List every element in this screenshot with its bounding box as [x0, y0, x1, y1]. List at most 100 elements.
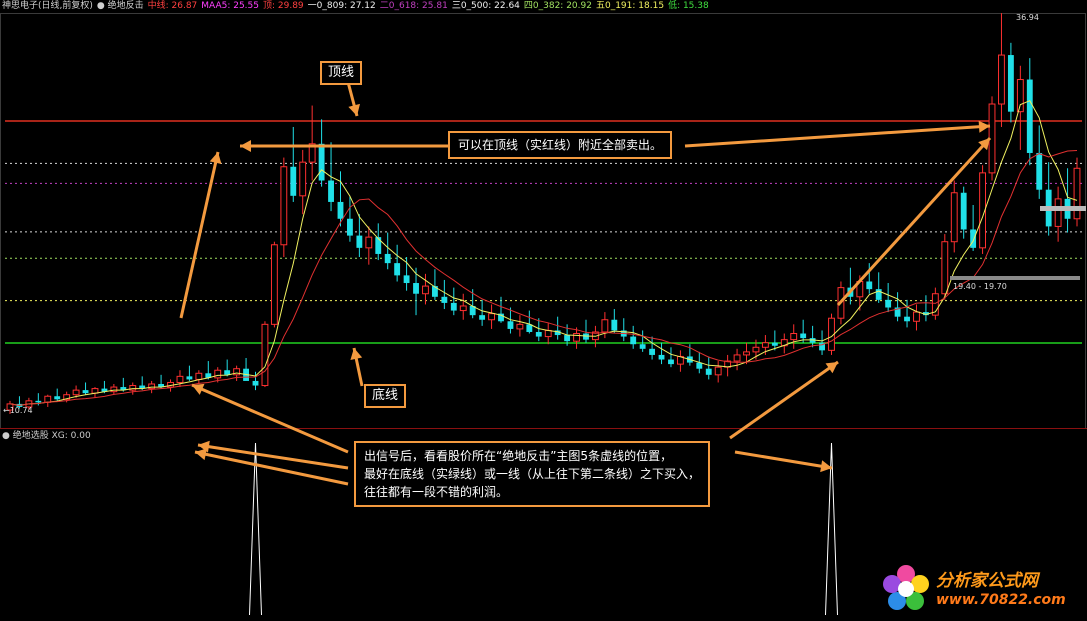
bottom-line-label: 底线: [364, 384, 407, 408]
candle-body-105: [998, 54, 1005, 105]
candle-body-22: [214, 369, 222, 379]
subpanel-title: ● 绝地选股: [2, 431, 49, 441]
logo-url: www.70822.com: [936, 592, 1066, 608]
arrow-sell-right-head: [978, 120, 990, 133]
candle-body-31: [299, 161, 307, 197]
candle-body-107: [1016, 79, 1024, 113]
candle-body-81: [771, 342, 778, 346]
low-price-value: 10.74: [9, 406, 33, 415]
candle-body-29: [280, 166, 288, 246]
header-item-1: ● 绝地反击: [96, 1, 144, 11]
arrow-buy-1: [191, 383, 349, 454]
arrow-top-label-head: [348, 103, 360, 116]
header-item-8: 四0_382: 20.92: [523, 1, 592, 11]
candle-body-51: [488, 313, 495, 321]
candle-body-59: [564, 335, 571, 342]
chart-stage: 神思电子(日线,前复权) ● 绝地反击 中线: 26.87 MAA5: 25.55 顶:…: [0, 0, 1087, 621]
range-label: 19.40 - 19.70: [953, 282, 1007, 291]
candle-body-44: [422, 285, 429, 295]
header-item-6: 二0_618: 25.81: [379, 1, 448, 11]
candle-body-73: [696, 362, 703, 369]
candle-body-84: [800, 333, 807, 339]
candle-body-27: [261, 323, 269, 387]
candle-body-64: [611, 319, 618, 331]
main-panel-frame: [0, 13, 1086, 429]
candle-body-19: [186, 376, 193, 380]
candle-body-111: [1054, 198, 1062, 227]
candle-body-39: [375, 237, 382, 254]
arrow-buy-5: [734, 450, 833, 470]
logo-name: 分析家公式网: [936, 571, 1038, 591]
header-item-3: MAA5: 25.55: [201, 1, 259, 11]
header-item-10: 低: 15.38: [668, 1, 709, 11]
arrow-sell-right: [684, 124, 991, 148]
candle-body-96: [913, 311, 920, 322]
header-item-7: 三0_500: 22.64: [451, 1, 520, 11]
candle-body-95: [904, 316, 910, 322]
candle-body-7: [72, 389, 80, 396]
candle-body-34: [328, 180, 334, 202]
arrow-bottom-label-head: [350, 348, 363, 361]
candle-body-80: [761, 342, 769, 348]
candle-body-61: [583, 333, 589, 340]
candle-body-77: [733, 354, 741, 362]
buy-note-line-3: 往往都有一段不错的利润。: [364, 485, 509, 499]
signal-spike-0: [249, 442, 263, 616]
subpanel-value: XG: 0.00: [51, 431, 91, 441]
buy-note-line-2: 最好在底线（实绿线）或一线（从上往下第二条线）之下买入，: [364, 467, 701, 481]
candle-body-93: [885, 299, 892, 308]
candle-body-37: [356, 235, 363, 248]
candle-body-35: [337, 201, 344, 219]
candle-body-46: [441, 296, 448, 303]
header-item-4: 顶: 29.89: [263, 1, 304, 11]
candle-body-40: [384, 253, 391, 264]
candle-body-102: [970, 229, 977, 248]
candle-body-91: [866, 281, 873, 290]
candle-body-99: [941, 241, 949, 295]
site-logo: 分析家公式网 www.70822.com: [880, 560, 1085, 620]
candle-body-83: [790, 333, 798, 341]
candle-body-41: [394, 263, 401, 276]
candle-body-43: [413, 283, 419, 294]
candle-body-36: [347, 218, 353, 236]
candle-body-38: [365, 236, 373, 249]
low-price-label: ←10.74: [3, 406, 33, 415]
arrow-buy-4: [729, 360, 839, 440]
candle-body-3: [35, 400, 42, 403]
header-item-9: 五0_191: 18.15: [595, 1, 665, 11]
flower-logo-icon: [883, 565, 929, 610]
candle-body-48: [459, 305, 467, 312]
candle-body-20: [195, 372, 203, 380]
candle-body-60: [573, 333, 580, 342]
arrow-rise-left-head: [209, 152, 222, 165]
candle-body-56: [535, 331, 542, 337]
candle-body-74: [705, 368, 712, 375]
range-marker: [950, 276, 1080, 280]
candle-body-67: [639, 344, 646, 349]
candle-body-50: [479, 315, 486, 320]
candle-body-75: [714, 366, 722, 376]
high-price-label: 36.94: [1016, 13, 1039, 22]
candle-body-78: [743, 351, 750, 356]
candle-body-69: [658, 354, 665, 360]
candle-body-8: [82, 390, 89, 394]
candle-body-79: [752, 346, 760, 353]
candle-body-53: [507, 321, 514, 329]
arrow-sell-left-head: [240, 140, 251, 152]
candle-body-11: [110, 386, 118, 393]
candle-body-106: [1007, 55, 1014, 112]
candle-body-70: [668, 359, 674, 365]
top-line-label: 顶线: [320, 61, 363, 85]
candle-body-68: [649, 348, 656, 355]
candle-body-26: [252, 380, 259, 386]
subpanel-header: ● 绝地选股 XG: 0.00: [2, 430, 91, 442]
buy-note-line-1: 出信号后，看看股价所在“绝地反击”主图5条虚线的位置，: [364, 449, 673, 463]
candle-body-100: [950, 192, 958, 243]
candle-body-47: [450, 302, 457, 311]
candle-body-101: [960, 192, 967, 230]
sell-note: 可以在顶线（实红线）附近全部卖出。: [448, 131, 673, 159]
header-item-2: 中线: 26.87: [147, 1, 198, 11]
ma10-line: [9, 150, 1078, 406]
kline-chart: [0, 13, 1087, 616]
candle-body-63: [601, 319, 609, 333]
